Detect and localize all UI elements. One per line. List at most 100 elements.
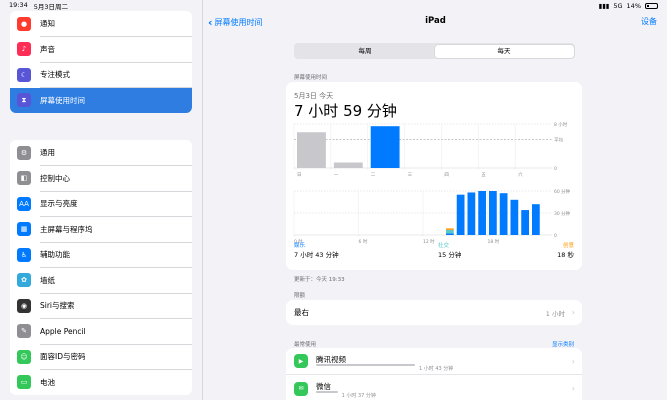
app-icon: ✉ <box>294 381 308 396</box>
hourly-bar <box>456 194 465 235</box>
sidebar-item-label: 面容ID与密码 <box>40 352 86 362</box>
category-label: 社交 <box>438 243 450 249</box>
sidebar-item-icon: ☾ <box>17 67 31 82</box>
sidebar-item-icon: ▭ <box>17 375 31 390</box>
status-time: 19:34 <box>9 1 28 9</box>
sidebar-item-label: Siri与搜索 <box>40 301 75 311</box>
battery-percent: 14% <box>626 2 641 10</box>
hourly-y-tick: 30 分钟 <box>554 210 571 217</box>
segment-week[interactable]: 每周 <box>296 45 435 58</box>
sidebar-item-6[interactable]: ◉ Siri与搜索 <box>10 293 192 319</box>
hourly-x-tick: 12 时 <box>423 238 435 245</box>
settings-sidebar: 设置 ●通知♪声音☾专注模式⧗屏幕使用时间 ⚙通用◧控制中心AA显示与亮度▦主屏… <box>0 0 203 400</box>
hourly-bar <box>478 191 486 235</box>
sidebar-item-label: 辅助功能 <box>40 250 70 260</box>
weekly-bar <box>370 126 400 168</box>
hourly-bar <box>489 191 497 235</box>
weekly-zero-label: 0 <box>554 166 557 172</box>
sidebar-item-5[interactable]: ✿ 墙纸 <box>10 268 192 294</box>
sidebar-item-0[interactable]: ● 通知 <box>10 11 192 37</box>
hourly-bar <box>499 193 508 235</box>
sidebar-item-label: 通知 <box>40 19 55 29</box>
section-most-used: 最常使用 <box>294 342 317 348</box>
category-value: 18 秒 <box>557 251 574 259</box>
status-bar: 19:34 5月3日周二 ▮▮▮ 5G 14% <box>0 0 667 12</box>
weekly-avg-label: 平均 <box>554 136 563 143</box>
section-limits: 限额 <box>294 293 306 299</box>
sidebar-item-7[interactable]: ✎ Apple Pencil <box>10 319 192 345</box>
sidebar-item-label: 墙纸 <box>40 275 55 285</box>
screen-time-pane: ‹ 屏幕使用时间 iPad 设备 每周 每天 屏幕使用时间 5月3日 今天 7 … <box>204 0 667 400</box>
sidebar-item-8[interactable]: ☺ 面容ID与密码 <box>10 344 192 370</box>
signal-icon: ▮▮▮ <box>598 2 610 10</box>
sidebar-item-icon: ▦ <box>17 222 31 237</box>
sidebar-item-9[interactable]: ▭ 电池 <box>10 370 192 396</box>
sidebar-item-1[interactable]: ◧ 控制中心 <box>10 166 192 192</box>
app-icon: ▶ <box>294 354 308 368</box>
sidebar-item-icon: ◧ <box>17 171 31 186</box>
usage-card[interactable]: 5月3日 今天 7 小时 59 分钟 日一二三四五六8 小时 平均 0 60 分钟 3… <box>286 82 582 270</box>
show-categories-link[interactable]: 显示类别 <box>552 340 574 348</box>
weekly-bar <box>333 162 363 168</box>
sidebar-item-icon: ☺ <box>17 349 31 364</box>
app-time: 1 小时 43 分钟 <box>419 366 454 372</box>
sidebar-item-icon: ♿ <box>17 247 31 262</box>
sidebar-item-icon: ◉ <box>17 298 31 313</box>
hourly-bar <box>446 233 454 235</box>
sidebar-item-2[interactable]: AA 显示与亮度 <box>10 191 192 217</box>
sidebar-item-1[interactable]: ♪ 声音 <box>10 37 192 63</box>
sidebar-item-label: 显示与亮度 <box>40 199 78 209</box>
sidebar-item-icon: ♪ <box>17 42 31 57</box>
limit-row[interactable]: 最右 1 小时 › <box>286 300 582 325</box>
nav-bar: ‹ 屏幕使用时间 iPad 设备 <box>204 16 667 32</box>
app-usage-bar <box>316 391 338 393</box>
weekly-top-label: 8 小时 <box>554 121 568 128</box>
status-date: 5月3日周二 <box>33 3 69 11</box>
sidebar-item-label: 控制中心 <box>40 173 70 183</box>
app-row[interactable]: ▶ 腾讯视频 1 小时 43 分钟 › <box>286 348 582 375</box>
battery-icon <box>645 3 658 9</box>
section-screen-time: 屏幕使用时间 <box>294 75 328 81</box>
sidebar-group-notifications: ● 通知 ♪ 声音 ☾ 专注模式 ⧗ 屏幕使用时间 <box>10 11 192 113</box>
sidebar-item-icon: ● <box>17 16 31 31</box>
updated-label: 更新于：今天 19:33 <box>294 277 345 283</box>
page-title: iPad <box>425 16 446 26</box>
network-label: 5G <box>613 2 623 10</box>
app-row[interactable]: ✉ 微信 1 小时 37 分钟 › <box>286 375 582 400</box>
period-segmented-control: 每周 每天 <box>294 43 575 59</box>
sidebar-item-label: 主屏幕与程序坞 <box>40 224 93 234</box>
sidebar-item-label: 声音 <box>40 44 55 54</box>
app-usage-bar <box>316 364 415 366</box>
sidebar-item-icon: ⧗ <box>17 93 31 108</box>
hourly-chart: 60 分钟30 分钟00 时6 时 12 时 18 时 <box>293 188 571 245</box>
sidebar-item-icon: AA <box>17 196 31 211</box>
category-label: 娱乐 <box>294 243 306 249</box>
category-label: 创意 <box>562 243 574 249</box>
limits-card: 最右 1 小时 › <box>286 300 582 325</box>
device-button[interactable]: 设备 <box>641 16 657 27</box>
segment-day[interactable]: 每天 <box>434 44 574 58</box>
category-stat: 娱乐 7 小时 43 分钟 <box>294 242 339 260</box>
hourly-bar <box>521 210 529 235</box>
limit-app: 最右 <box>294 308 309 317</box>
chevron-right-icon: › <box>571 308 575 317</box>
weekly-bar <box>297 132 326 168</box>
sidebar-item-4[interactable]: ♿ 辅助功能 <box>10 242 192 268</box>
hourly-bar <box>532 204 540 235</box>
sidebar-item-3[interactable]: ▦ 主屏幕与程序坞 <box>10 217 192 243</box>
sidebar-item-2[interactable]: ☾ 专注模式 <box>10 62 192 88</box>
sidebar-item-icon: ⚙ <box>17 145 31 160</box>
sidebar-item-3[interactable]: ⧗ 屏幕使用时间 <box>10 87 192 113</box>
category-value: 15 分钟 <box>438 251 462 259</box>
app-time: 1 小时 37 分钟 <box>341 393 376 399</box>
hourly-bar <box>467 192 476 235</box>
category-stat: 社交 15 分钟 <box>438 242 461 260</box>
sidebar-item-0[interactable]: ⚙ 通用 <box>10 140 192 166</box>
category-value: 7 小时 43 分钟 <box>294 251 339 259</box>
weekly-chart: 日一二三四五六8 小时平均0 <box>293 121 568 178</box>
hourly-y-tick: 60 分钟 <box>554 188 571 195</box>
sidebar-item-label: 专注模式 <box>40 70 70 80</box>
most-used-card: ▶ 腾讯视频 1 小时 43 分钟 › ✉ 微信 1 小时 37 分钟 › <box>286 348 582 400</box>
sidebar-item-label: Apple Pencil <box>40 326 86 336</box>
hourly-x-tick: 6 时 <box>359 238 368 245</box>
